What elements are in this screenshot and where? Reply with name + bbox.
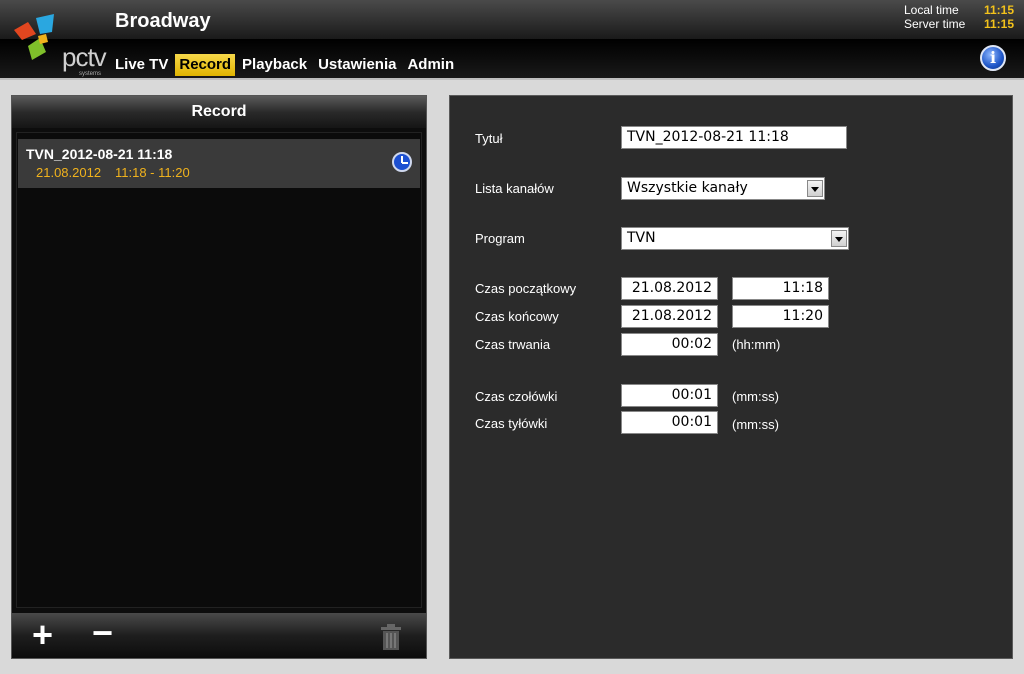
local-time-value: 11:15	[984, 3, 1015, 17]
end-time-field[interactable]: 11:20	[732, 305, 829, 328]
duration-label: Czas trwania	[475, 337, 551, 352]
clock-icon	[392, 152, 412, 172]
lead-time-field[interactable]: 00:01	[621, 384, 718, 407]
nav-record[interactable]: Record	[175, 54, 236, 76]
channel-list-select[interactable]: Wszystkie kanały	[621, 177, 825, 200]
channel-list-value: Wszystkie kanały	[627, 180, 748, 196]
server-time-label: Server time	[904, 17, 966, 31]
pctv-logo-icon	[14, 14, 54, 60]
tail-time-unit: (mm:ss)	[732, 417, 779, 432]
app-header: pctv systems Broadway Live TV Record Pla…	[0, 0, 1024, 80]
local-time-label: Local time	[904, 3, 959, 17]
server-time-value: 11:15	[984, 17, 1015, 31]
chevron-down-icon	[807, 180, 823, 197]
program-label: Program	[475, 231, 525, 246]
lead-time-label: Czas czołówki	[475, 389, 558, 404]
logo-text: pctv	[62, 42, 107, 72]
main-nav: Live TV Record Playback Ustawienia Admin	[111, 54, 461, 76]
info-icon[interactable]: i	[980, 45, 1006, 71]
record-details-panel: Tytuł TVN_2012-08-21 11:18 Lista kanałów…	[449, 95, 1013, 659]
end-date-field[interactable]: 21.08.2012	[621, 305, 718, 328]
nav-ustawienia[interactable]: Ustawienia	[314, 54, 400, 76]
recordings-list: TVN_2012-08-21 11:18 21.08.2012 11:18 - …	[16, 132, 422, 608]
logo-subtext: systems	[79, 71, 102, 77]
recordings-panel-title: Record	[12, 96, 426, 128]
duration-unit: (hh:mm)	[732, 337, 781, 352]
channel-list-label: Lista kanałów	[475, 181, 554, 196]
recording-date: 21.08.2012	[36, 165, 102, 180]
lead-time-unit: (mm:ss)	[732, 389, 779, 404]
recordings-toolbar: + −	[12, 613, 426, 658]
recording-title: TVN_2012-08-21 11:18	[26, 146, 173, 162]
trash-icon[interactable]	[378, 623, 404, 651]
chevron-down-icon	[831, 230, 847, 247]
recordings-panel: Record TVN_2012-08-21 11:18 21.08.2012 1…	[11, 95, 427, 659]
start-time-label: Czas początkowy	[475, 281, 577, 296]
remove-button[interactable]: −	[92, 615, 113, 651]
tail-time-field[interactable]: 00:01	[621, 411, 718, 434]
app-title: Broadway	[115, 10, 211, 32]
end-time-label: Czas końcowy	[475, 309, 559, 324]
start-time-field[interactable]: 11:18	[732, 277, 829, 300]
add-button[interactable]: +	[32, 617, 53, 653]
title-field[interactable]: TVN_2012-08-21 11:18	[621, 126, 847, 149]
duration-field[interactable]: 00:02	[621, 333, 718, 356]
pctv-logo: pctv systems	[10, 12, 107, 77]
recording-time: 11:18 - 11:20	[115, 165, 190, 180]
nav-live-tv[interactable]: Live TV	[111, 54, 172, 76]
nav-admin[interactable]: Admin	[403, 54, 458, 76]
program-select[interactable]: TVN	[621, 227, 849, 250]
tail-time-label: Czas tyłówki	[475, 416, 548, 431]
start-date-field[interactable]: 21.08.2012	[621, 277, 718, 300]
program-value: TVN	[627, 230, 656, 246]
title-label: Tytuł	[475, 131, 503, 146]
time-display: Local time 11:15 Server time 11:15	[904, 3, 1014, 31]
nav-playback[interactable]: Playback	[238, 54, 311, 76]
list-item[interactable]: TVN_2012-08-21 11:18 21.08.2012 11:18 - …	[18, 139, 420, 188]
